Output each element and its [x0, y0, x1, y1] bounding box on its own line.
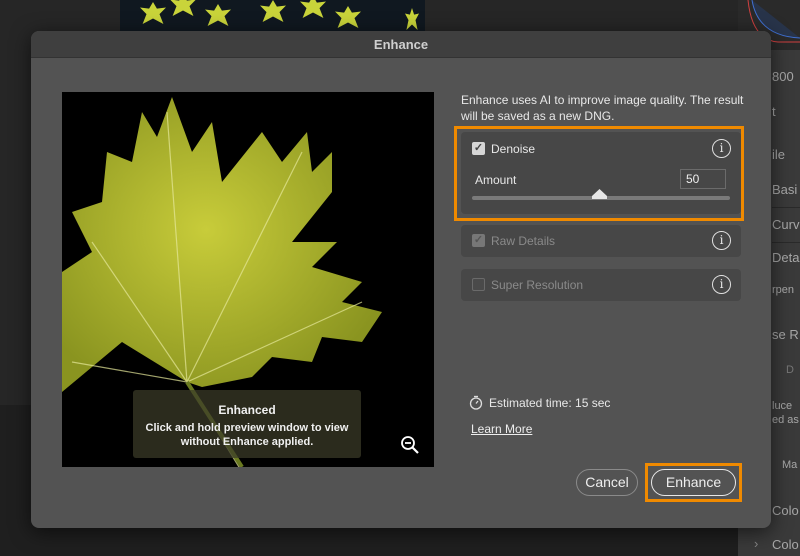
denoise-option: ✓ Denoise i Amount 50	[461, 132, 741, 214]
panel-text: ile	[772, 147, 786, 162]
chevron-right-icon[interactable]: ›	[754, 536, 758, 551]
info-icon[interactable]: i	[712, 275, 731, 294]
panel-text: luce	[772, 400, 793, 412]
panel-text: ed as	[772, 414, 799, 426]
dialog-description: Enhance uses AI to improve image quality…	[461, 93, 744, 123]
super-resolution-label: Super Resolution	[491, 278, 584, 292]
panel-button[interactable]: Ma	[782, 459, 797, 471]
estimated-time: Estimated time: 15 sec	[469, 395, 610, 410]
overlay-text: Click and hold preview window to view wi…	[145, 422, 349, 448]
amount-label: Amount	[475, 173, 517, 187]
denoise-checkbox[interactable]: ✓	[472, 142, 485, 155]
panel-text: D	[786, 364, 794, 376]
amount-input[interactable]: 50	[680, 169, 726, 189]
zoom-out-icon[interactable]	[400, 435, 420, 455]
preview-window[interactable]: Enhanced Click and hold preview window t…	[62, 92, 434, 467]
info-icon[interactable]: i	[712, 139, 731, 158]
preview-overlay: Enhanced Click and hold preview window t…	[133, 390, 361, 458]
learn-more-link[interactable]: Learn More	[471, 422, 532, 436]
panel-section-detail[interactable]: Deta	[772, 250, 799, 265]
raw-details-label: Raw Details	[491, 234, 556, 248]
enhance-button[interactable]: Enhance	[651, 469, 736, 496]
denoise-label: Denoise	[491, 142, 536, 156]
info-icon[interactable]: i	[712, 231, 731, 250]
panel-text: 800	[772, 69, 794, 84]
panel-section-curve[interactable]: Curv	[772, 217, 799, 232]
super-resolution-checkbox[interactable]	[472, 278, 485, 291]
stopwatch-icon	[469, 395, 483, 410]
panel-section-color[interactable]: Colo	[772, 503, 799, 518]
panel-section-basic[interactable]: Basi	[772, 182, 797, 197]
cancel-button[interactable]: Cancel	[576, 469, 638, 496]
amount-slider-thumb[interactable]	[592, 189, 607, 199]
panel-section-color-grading[interactable]: Colo	[772, 537, 799, 552]
super-resolution-option: Super Resolution i	[461, 269, 741, 301]
overlay-title: Enhanced	[218, 403, 276, 417]
enhance-dialog: Enhance Enhanced Click and hold preview …	[31, 31, 771, 528]
dialog-title: Enhance	[31, 31, 771, 58]
panel-text: rpen	[772, 284, 795, 296]
panel-text: t	[772, 104, 776, 119]
panel-text: se R	[772, 327, 799, 342]
raw-details-checkbox[interactable]: ✓	[472, 234, 485, 247]
estimated-time-text: Estimated time: 15 sec	[489, 395, 611, 410]
raw-details-option: ✓ Raw Details i	[461, 225, 741, 257]
background-photo	[120, 0, 425, 32]
